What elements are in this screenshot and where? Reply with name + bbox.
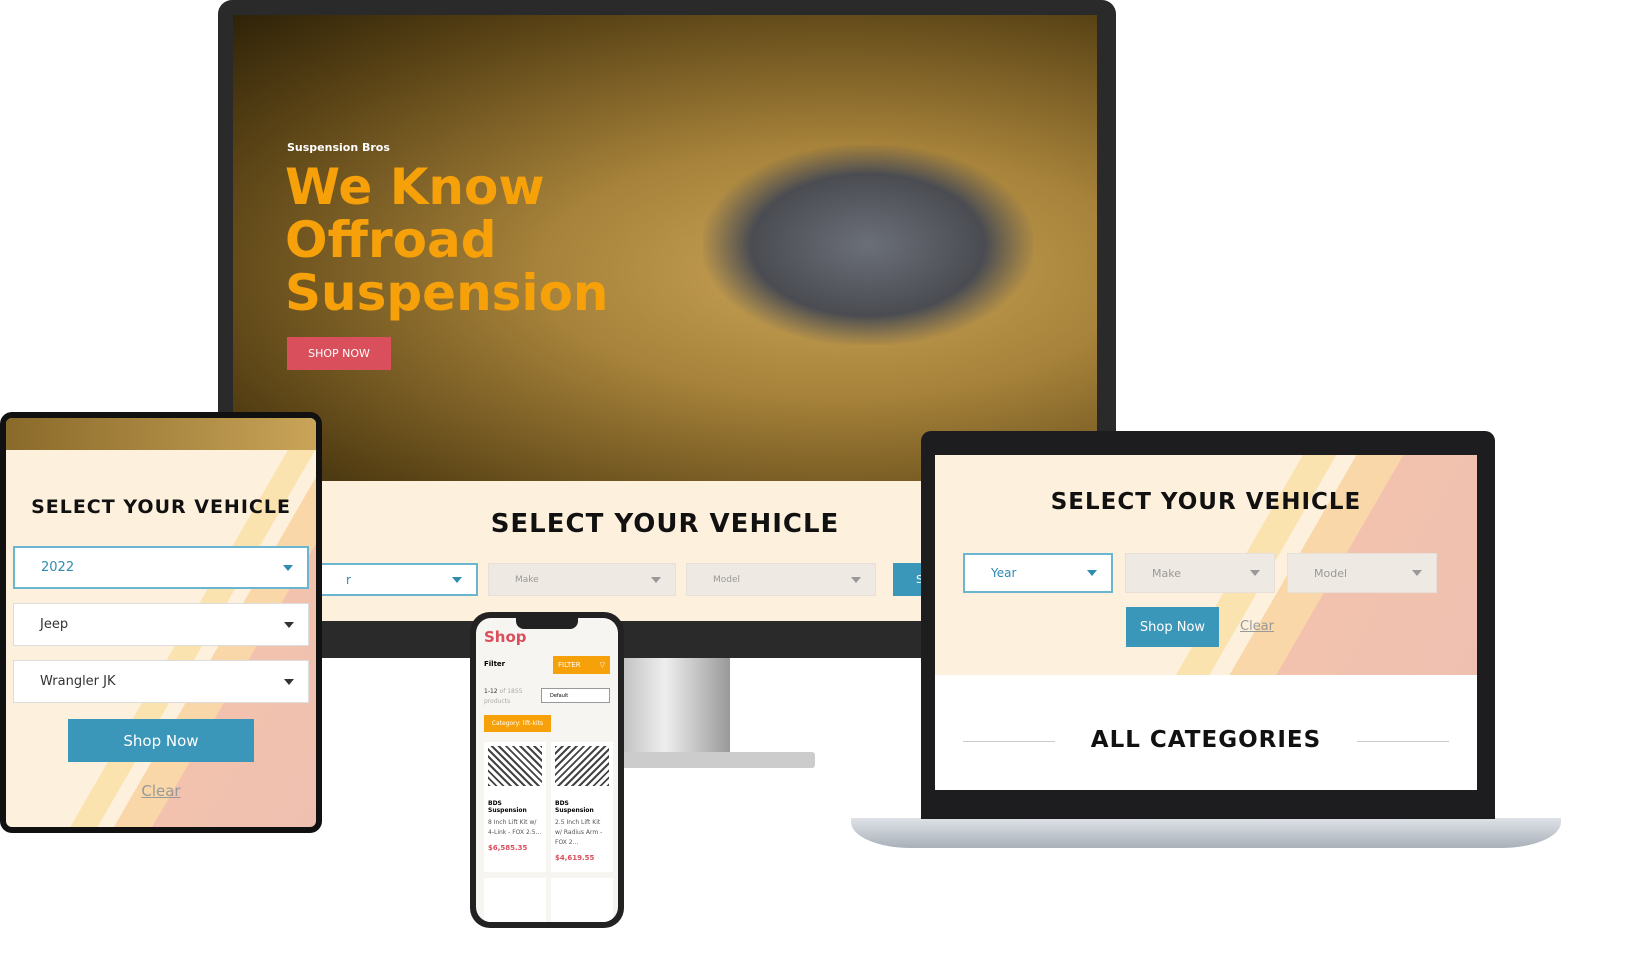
make-value: Jeep — [40, 617, 69, 632]
product-card[interactable] — [551, 878, 613, 922]
model-value: Wrangler JK — [40, 674, 116, 689]
category-tag[interactable]: Category: lift-kits — [484, 715, 551, 732]
model-value: Model — [713, 574, 741, 585]
laptop: SELECT YOUR VEHICLE Year Make Model Shop… — [921, 431, 1495, 819]
hero-strip — [6, 418, 316, 450]
sort-select[interactable]: Default — [541, 688, 610, 703]
categories-title: ALL CATEGORIES — [1090, 727, 1322, 753]
filter-button-label: FILTER — [558, 661, 581, 669]
select-title: SELECT YOUR VEHICLE — [1050, 489, 1362, 515]
filter-label: Filter — [484, 660, 506, 668]
count-range: 1-12 — [484, 688, 498, 695]
filter-button[interactable]: FILTER ▽ — [553, 656, 610, 674]
shop-now-button[interactable]: SHOP NOW — [287, 337, 391, 370]
product-card[interactable]: BDS Suspension 2.5 Inch Lift Kit w/ Radi… — [551, 742, 613, 872]
truck-image — [703, 145, 1033, 345]
clear-link[interactable]: Clear — [1240, 619, 1274, 634]
chevron-down-icon — [651, 576, 661, 583]
result-count: 1-12 of 1855 products — [484, 687, 544, 707]
headline-line: Offroad — [285, 211, 497, 269]
make-select[interactable]: Make — [488, 563, 676, 596]
chevron-down-icon — [283, 564, 293, 571]
phone-screen: Shop Filter FILTER ▽ 1-12 of 1855 product… — [476, 618, 618, 922]
clear-link[interactable]: Clear — [6, 782, 316, 800]
year-value: 2022 — [41, 560, 75, 575]
laptop-base — [851, 818, 1561, 848]
make-select[interactable]: Jeep — [13, 603, 309, 646]
vehicle-select-section: SELECT YOUR VEHICLE Year Make Model Shop… — [935, 455, 1477, 675]
tablet-screen: SELECT YOUR VEHICLE 2022 Jeep Wrangler J… — [6, 418, 316, 827]
brand-label: Suspension Bros — [287, 141, 390, 154]
product-card[interactable]: BDS Suspension 8 Inch Lift Kit w/ 4-Link… — [484, 742, 546, 872]
chevron-down-icon — [851, 576, 861, 583]
year-select[interactable]: r — [318, 563, 478, 596]
phone: Shop Filter FILTER ▽ 1-12 of 1855 product… — [470, 612, 624, 928]
tablet: SELECT YOUR VEHICLE 2022 Jeep Wrangler J… — [0, 412, 322, 833]
divider-right — [1357, 741, 1449, 742]
model-select[interactable]: Model — [1287, 553, 1437, 593]
sort-value: Default — [550, 693, 569, 699]
shop-now-button[interactable]: Shop Now — [1126, 607, 1219, 647]
product-brand: BDS Suspension — [488, 800, 527, 814]
year-value: r — [346, 572, 351, 587]
chevron-down-icon — [452, 576, 462, 583]
shop-now-button[interactable]: Shop Now — [68, 719, 254, 762]
year-value: Year — [991, 566, 1017, 580]
product-price: $6,585.35 — [488, 844, 528, 852]
chevron-down-icon — [1412, 570, 1422, 576]
make-value: Make — [515, 574, 539, 585]
chevron-down-icon — [284, 678, 294, 685]
product-name: 8 Inch Lift Kit w/ 4-Link - FOX 2.5... — [488, 819, 542, 836]
filter-icon: ▽ — [599, 661, 605, 669]
model-select[interactable]: Model — [686, 563, 876, 596]
product-card[interactable] — [484, 878, 546, 922]
hero-headline: We Know Offroad Suspension — [285, 161, 609, 320]
make-value: Make — [1152, 566, 1181, 580]
product-image — [555, 746, 609, 786]
year-select[interactable]: Year — [963, 553, 1113, 593]
hero: Suspension Bros We Know Offroad Suspensi… — [233, 15, 1097, 481]
shop-title: Shop — [484, 628, 527, 646]
chevron-down-icon — [284, 621, 294, 628]
headline-line: Suspension — [285, 264, 609, 322]
make-select[interactable]: Make — [1125, 553, 1275, 593]
laptop-screen: SELECT YOUR VEHICLE Year Make Model Shop… — [935, 455, 1477, 790]
product-image — [488, 746, 542, 786]
product-price: $4,619.55 — [555, 854, 595, 862]
chevron-down-icon — [1250, 570, 1260, 576]
product-brand: BDS Suspension — [555, 800, 594, 814]
select-title: SELECT YOUR VEHICLE — [31, 496, 291, 518]
model-value: Model — [1314, 566, 1348, 580]
headline-line: We Know — [285, 158, 545, 216]
product-name: 2.5 Inch Lift Kit w/ Radius Arm - FOX 2.… — [555, 819, 603, 846]
model-select[interactable]: Wrangler JK — [13, 660, 309, 703]
year-select[interactable]: 2022 — [13, 546, 309, 589]
chevron-down-icon — [1087, 570, 1097, 576]
